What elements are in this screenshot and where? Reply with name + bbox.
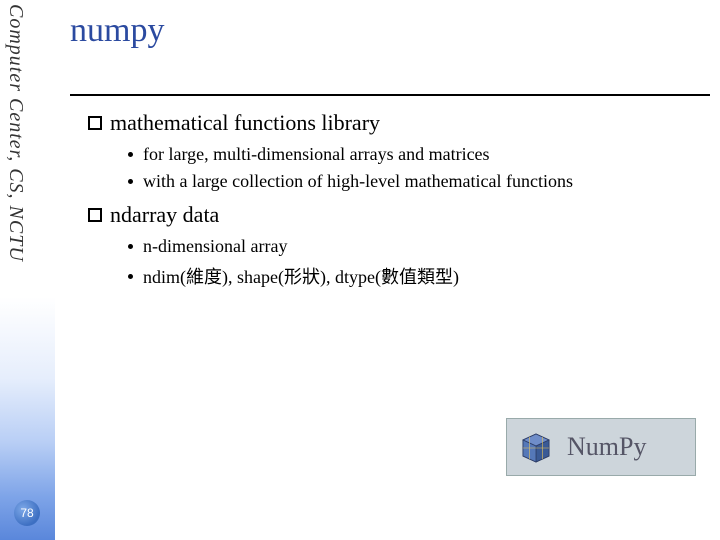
dot-bullet-icon bbox=[128, 244, 133, 249]
list-item: ndim(維度), shape(形狀), dtype(數值類型) bbox=[128, 263, 710, 289]
section-title-text: ndarray data bbox=[110, 202, 219, 228]
list-item: n-dimensional array bbox=[128, 236, 710, 257]
sub-list: n-dimensional array ndim(維度), shape(形狀),… bbox=[128, 236, 710, 289]
square-bullet-icon bbox=[88, 208, 102, 222]
list-item-text: with a large collection of high-level ma… bbox=[143, 171, 573, 192]
list-item: with a large collection of high-level ma… bbox=[128, 171, 710, 192]
list-item-text: n-dimensional array bbox=[143, 236, 287, 257]
section-title-text: mathematical functions library bbox=[110, 110, 380, 136]
dot-bullet-icon bbox=[128, 152, 133, 157]
dot-bullet-icon bbox=[128, 274, 133, 279]
section-heading: mathematical functions library bbox=[88, 110, 710, 136]
numpy-cube-icon bbox=[515, 426, 557, 468]
sidebar-org-label: Computer Center, CS, NCTU bbox=[4, 4, 27, 262]
numpy-logo: NumPy bbox=[506, 418, 696, 476]
numpy-logo-text: NumPy bbox=[567, 432, 646, 462]
list-item-text: ndim(維度), shape(形狀), dtype(數值類型) bbox=[143, 263, 459, 289]
list-item: for large, multi-dimensional arrays and … bbox=[128, 144, 710, 165]
title-rule bbox=[70, 94, 710, 96]
sub-list: for large, multi-dimensional arrays and … bbox=[128, 144, 710, 192]
main-content: numpy mathematical functions library for… bbox=[70, 12, 710, 299]
bullet-content: mathematical functions library for large… bbox=[70, 110, 710, 289]
list-item-text: for large, multi-dimensional arrays and … bbox=[143, 144, 490, 165]
page-number-badge: 78 bbox=[14, 500, 40, 526]
square-bullet-icon bbox=[88, 116, 102, 130]
section-heading: ndarray data bbox=[88, 202, 710, 228]
slide-title: numpy bbox=[70, 12, 710, 50]
dot-bullet-icon bbox=[128, 179, 133, 184]
sidebar: Computer Center, CS, NCTU 78 bbox=[0, 0, 55, 540]
